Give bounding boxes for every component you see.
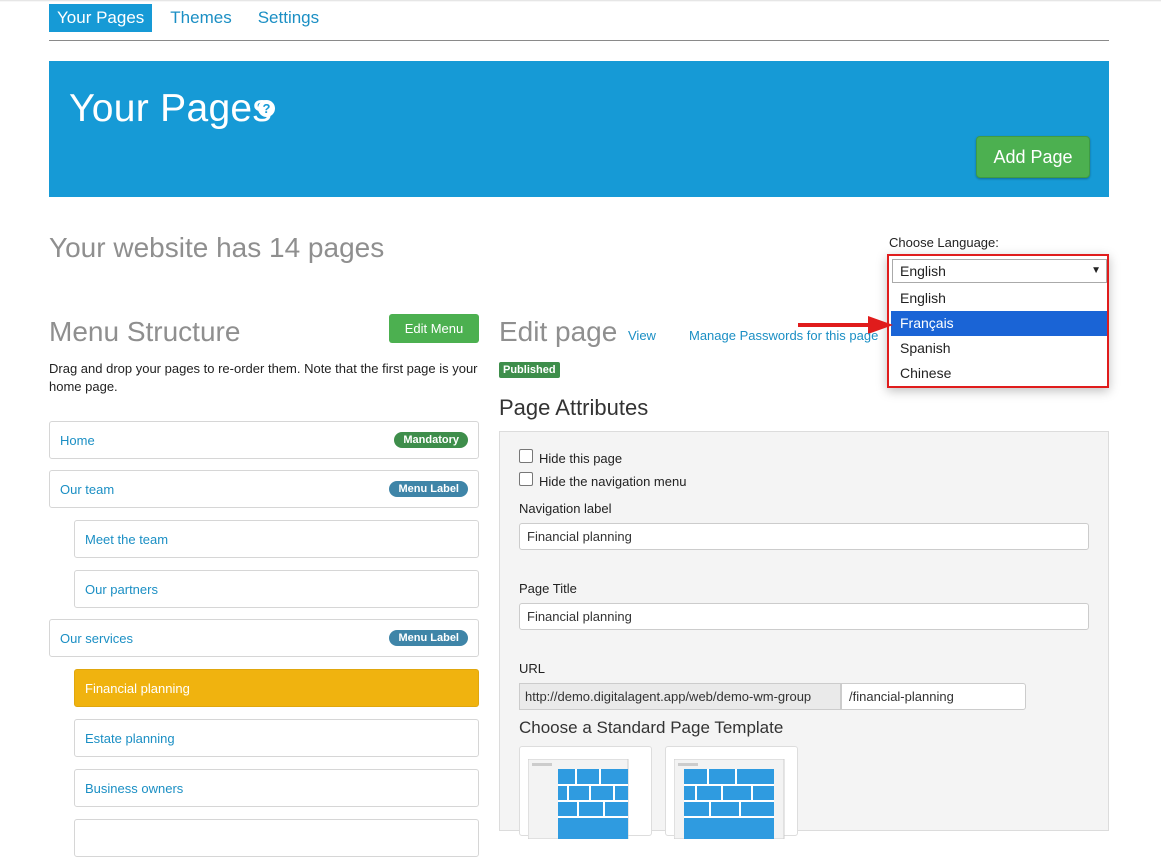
menu-item-label: Estate planning xyxy=(85,731,175,746)
hide-page-checkbox[interactable] xyxy=(519,449,533,463)
help-icon[interactable]: ? xyxy=(258,100,275,117)
menu-item-meet-the-team[interactable]: Meet the team xyxy=(74,520,479,558)
url-slug-input[interactable]: /financial-planning xyxy=(841,683,1026,710)
menu-item-home[interactable]: Home Mandatory xyxy=(49,421,479,459)
menu-item-estate-planning[interactable]: Estate planning xyxy=(74,719,479,757)
page-title-input[interactable]: Financial planning xyxy=(519,603,1089,630)
menu-item-our-partners[interactable]: Our partners xyxy=(74,570,479,608)
menu-item-label: Our services xyxy=(60,631,133,646)
hide-nav-checkbox[interactable] xyxy=(519,472,533,486)
page-attributes-title: Page Attributes xyxy=(499,395,649,420)
language-option-spanish[interactable]: Spanish xyxy=(891,336,1107,361)
menu-item-label: Business owners xyxy=(85,781,184,796)
page-title: Your Pages xyxy=(69,87,273,130)
top-nav: Your Pages Themes Settings xyxy=(49,4,337,32)
add-page-button[interactable]: Add Page xyxy=(976,136,1090,178)
navigation-label-title: Navigation label xyxy=(519,501,612,516)
menu-item-label: Meet the team xyxy=(85,532,169,547)
tab-settings[interactable]: Settings xyxy=(250,4,327,32)
hero-banner: Your Pages ? Add Page xyxy=(49,61,1109,197)
tab-themes[interactable]: Themes xyxy=(162,4,239,32)
top-shadow xyxy=(0,0,1161,2)
template-section-title: Choose a Standard Page Template xyxy=(519,718,784,737)
menu-item-financial-planning[interactable]: Financial planning xyxy=(74,669,479,707)
url-label: URL xyxy=(519,661,546,676)
menu-structure-title: Menu Structure xyxy=(49,316,241,347)
language-select[interactable]: English ▼ xyxy=(892,259,1107,283)
language-selected-value: English xyxy=(900,263,946,279)
hide-page-label: Hide this page xyxy=(539,451,623,466)
menu-description: Drag and drop your pages to re-order the… xyxy=(49,361,478,394)
nav-divider xyxy=(49,40,1109,41)
page-title-label: Page Title xyxy=(519,581,577,596)
manage-passwords-link[interactable]: Manage Passwords for this page xyxy=(689,328,878,343)
menu-label-badge: Menu Label xyxy=(389,630,468,646)
menu-item-label: Financial planning xyxy=(85,681,190,696)
menu-label-badge: Menu Label xyxy=(389,481,468,497)
menu-item-our-services[interactable]: Our services Menu Label xyxy=(49,619,479,657)
tab-your-pages[interactable]: Your Pages xyxy=(49,4,153,32)
template-thumbnail-icon xyxy=(674,759,785,839)
template-thumbnail-icon xyxy=(528,759,629,839)
language-label: Choose Language: xyxy=(889,235,999,250)
language-option-english[interactable]: English xyxy=(891,286,1107,311)
edit-page-title: Edit page xyxy=(499,316,618,347)
menu-item-label: Our partners xyxy=(85,582,158,597)
site-page-count: Your website has 14 pages xyxy=(49,232,385,263)
navigation-label-input[interactable]: Financial planning xyxy=(519,523,1089,550)
menu-item-next[interactable] xyxy=(74,819,479,857)
language-options-list: English Français Spanish Chinese xyxy=(891,286,1107,386)
language-option-chinese[interactable]: Chinese xyxy=(891,361,1107,386)
status-badge: Published xyxy=(499,362,560,378)
hide-nav-label: Hide the navigation menu xyxy=(539,474,687,489)
menu-item-business-owners[interactable]: Business owners xyxy=(74,769,479,807)
view-link[interactable]: View xyxy=(628,328,656,343)
mandatory-badge: Mandatory xyxy=(394,432,468,448)
menu-item-label: Our team xyxy=(60,482,115,497)
edit-menu-button[interactable]: Edit Menu xyxy=(389,314,479,343)
url-prefix: http://demo.digitalagent.app/web/demo-wm… xyxy=(519,683,841,710)
chevron-down-icon: ▼ xyxy=(1091,265,1101,276)
menu-item-our-team[interactable]: Our team Menu Label xyxy=(49,470,479,508)
language-option-francais[interactable]: Français xyxy=(891,311,1107,336)
menu-item-label: Home xyxy=(60,433,95,448)
